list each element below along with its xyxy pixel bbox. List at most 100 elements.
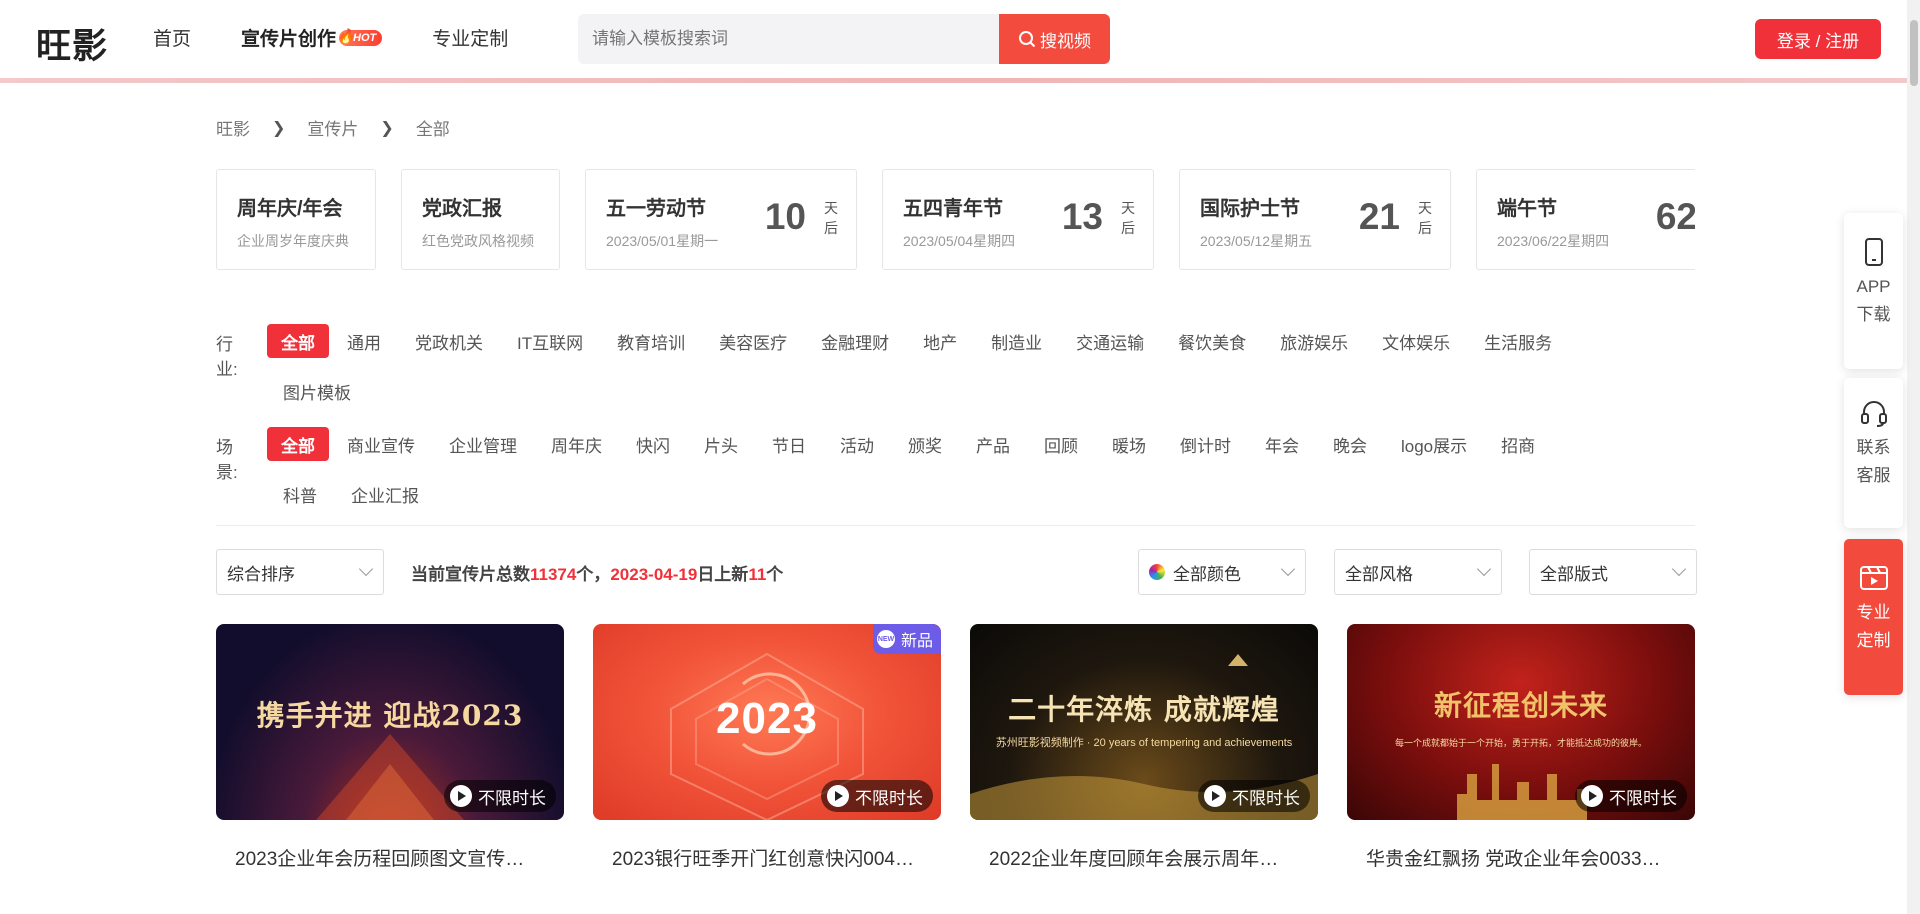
side-app-download[interactable]: APP 下载	[1844, 213, 1903, 369]
holiday-card[interactable]: 五一劳动节 2023/05/01星期一 10 天后	[585, 169, 857, 270]
scene-tag[interactable]: 回顾	[1028, 427, 1094, 461]
industry-tag[interactable]: 通用	[331, 324, 397, 358]
industry-tag[interactable]: 党政机关	[399, 324, 499, 358]
duration-badge: 不限时长	[821, 780, 933, 812]
industry-tag[interactable]: 全部	[267, 324, 329, 358]
play-icon	[827, 785, 849, 807]
breadcrumb-all: 全部	[415, 120, 450, 139]
industry-tag[interactable]: 美容医疗	[703, 324, 803, 358]
nav-custom[interactable]: 专业定制	[432, 24, 508, 51]
format-select[interactable]: 全部版式	[1529, 549, 1697, 595]
scene-tag[interactable]: 快闪	[620, 427, 686, 461]
headset-icon	[1860, 401, 1887, 427]
side-custom-order[interactable]: 专业 定制	[1844, 539, 1903, 695]
industry-tag[interactable]: 教育培训	[601, 324, 701, 358]
holiday-card[interactable]: 五四青年节 2023/05/04星期四 13 天后	[882, 169, 1154, 270]
scene-filter-label: 场景:	[216, 438, 238, 482]
template-card[interactable]: 2023 NEW 新品 不限时长 2023银行旺季开门红创意快闪004…	[593, 624, 941, 871]
side-customer-service[interactable]: 联系 客服	[1844, 378, 1903, 528]
scene-tag[interactable]: 科普	[267, 477, 333, 511]
sort-select[interactable]: 综合排序	[216, 549, 384, 595]
thumbnail-headline: 2023	[716, 694, 818, 743]
template-card[interactable]: 新征程创未来 每一个成就都始于一个开始，勇于开拓，才能抵达成功的彼岸。 不限时长…	[1347, 624, 1695, 871]
holiday-card[interactable]: 周年庆/年会 企业周岁年度庆典	[216, 169, 376, 270]
chevron-down-icon	[1671, 561, 1687, 577]
side-label-line1: APP	[1856, 277, 1891, 296]
scene-tag[interactable]: 倒计时	[1164, 427, 1247, 461]
nav-promo-creation[interactable]: 宣传片创作 HOT	[241, 24, 383, 51]
search-button[interactable]: 搜视频	[999, 14, 1110, 64]
scene-tag[interactable]: 节日	[756, 427, 822, 461]
industry-tag[interactable]: 旅游娱乐	[1264, 324, 1364, 358]
nav-home[interactable]: 首页	[153, 24, 191, 51]
play-icon	[450, 785, 472, 807]
stats-total: 11374	[530, 565, 577, 584]
industry-tag[interactable]: 文体娱乐	[1366, 324, 1466, 358]
industry-tag[interactable]: IT互联网	[501, 324, 599, 358]
holiday-card[interactable]: 端午节 2023/06/22星期四 62 天后	[1476, 169, 1695, 270]
scene-tag[interactable]: 招商	[1485, 427, 1551, 461]
scene-tag[interactable]: 片头	[688, 427, 754, 461]
industry-tag[interactable]: 制造业	[975, 324, 1058, 358]
template-title[interactable]: 2023银行旺季开门红创意快闪004…	[593, 844, 941, 871]
chevron-right-icon: ❯	[380, 119, 394, 137]
scene-tag[interactable]: 企业管理	[433, 427, 533, 461]
duration-label: 不限时长	[1232, 788, 1300, 808]
breadcrumb-promo[interactable]: 宣传片	[307, 115, 358, 140]
template-card[interactable]: 携手并进 迎战2023 不限时长 2023企业年会历程回顾图文宣传…	[216, 624, 564, 871]
stats-prefix: 当前宣传片总数	[411, 565, 530, 584]
holiday-card[interactable]: 国际护士节 2023/05/12星期五 21 天后	[1179, 169, 1451, 270]
style-select[interactable]: 全部风格	[1334, 549, 1502, 595]
scene-tag[interactable]: 晚会	[1317, 427, 1383, 461]
template-thumbnail[interactable]: 二十年淬炼 成就辉煌 苏州旺影视频制作 · 20 years of temper…	[970, 624, 1318, 820]
scene-tag[interactable]: 全部	[267, 427, 329, 461]
holiday-countdown-unit: 天后	[1121, 200, 1135, 236]
industry-tag[interactable]: 交通运输	[1060, 324, 1160, 358]
scene-tag[interactable]: 活动	[824, 427, 890, 461]
industry-tag[interactable]: 地产	[907, 324, 973, 358]
holiday-countdown-unit: 天后	[824, 200, 838, 236]
scene-tag[interactable]: 商业宣传	[331, 427, 431, 461]
industry-tag[interactable]: 金融理财	[805, 324, 905, 358]
template-thumbnail[interactable]: 2023 NEW 新品 不限时长	[593, 624, 941, 820]
holiday-countdown: 21	[1358, 196, 1400, 237]
chevron-down-icon	[1476, 561, 1492, 577]
top-header: 旺影 首页 宣传片创作 HOT 专业定制 搜视频 登录 / 注册	[0, 0, 1920, 79]
side-label-line2: 客服	[1856, 466, 1891, 485]
scene-tag[interactable]: 暖场	[1096, 427, 1162, 461]
scene-tag[interactable]: 周年庆	[535, 427, 618, 461]
scrollbar-thumb[interactable]	[1910, 20, 1918, 86]
scene-tag[interactable]: logo展示	[1385, 427, 1483, 461]
breadcrumb-home[interactable]: 旺影	[216, 115, 250, 140]
play-icon	[1581, 785, 1603, 807]
login-register-button[interactable]: 登录 / 注册	[1755, 19, 1881, 59]
industry-tag[interactable]: 餐饮美食	[1162, 324, 1262, 358]
scene-tag[interactable]: 产品	[960, 427, 1026, 461]
side-label-line1: 专业	[1856, 603, 1891, 622]
thumbnail-subtext: 苏州旺影视频制作 · 20 years of tempering and ach…	[995, 737, 1293, 749]
play-icon	[1204, 785, 1226, 807]
holiday-countdown: 10	[764, 196, 806, 237]
scene-tag[interactable]: 颁奖	[892, 427, 958, 461]
thumbnail-headline: 二十年淬炼 成就辉煌	[1008, 693, 1280, 726]
scene-tag[interactable]: 年会	[1249, 427, 1315, 461]
template-title[interactable]: 华贵金红飘扬 党政企业年会0033…	[1347, 844, 1695, 871]
holiday-countdown: 62	[1655, 196, 1695, 237]
template-title[interactable]: 2023企业年会历程回顾图文宣传…	[216, 844, 564, 871]
template-card[interactable]: 二十年淬炼 成就辉煌 苏州旺影视频制作 · 20 years of temper…	[970, 624, 1318, 871]
holiday-card[interactable]: 党政汇报 红色党政风格视频	[401, 169, 560, 270]
scene-tag[interactable]: 企业汇报	[335, 477, 435, 511]
side-label-line1: 联系	[1856, 438, 1891, 457]
holiday-card-title: 周年庆/年会	[237, 198, 343, 220]
industry-tag[interactable]: 图片模板	[267, 374, 367, 408]
logo[interactable]: 旺影	[36, 18, 108, 69]
template-thumbnail[interactable]: 新征程创未来 每一个成就都始于一个开始，勇于开拓，才能抵达成功的彼岸。 不限时长	[1347, 624, 1695, 820]
search-input[interactable]	[578, 14, 999, 64]
template-title[interactable]: 2022企业年度回顾年会展示周年…	[970, 844, 1318, 871]
scrollbar-track[interactable]	[1907, 0, 1920, 914]
industry-tag[interactable]: 生活服务	[1468, 324, 1568, 358]
color-select[interactable]: 全部颜色	[1138, 549, 1306, 595]
phone-icon	[1864, 238, 1883, 266]
thumbnail-headline: 携手并进 迎战2023	[256, 699, 524, 732]
template-thumbnail[interactable]: 携手并进 迎战2023 不限时长	[216, 624, 564, 820]
